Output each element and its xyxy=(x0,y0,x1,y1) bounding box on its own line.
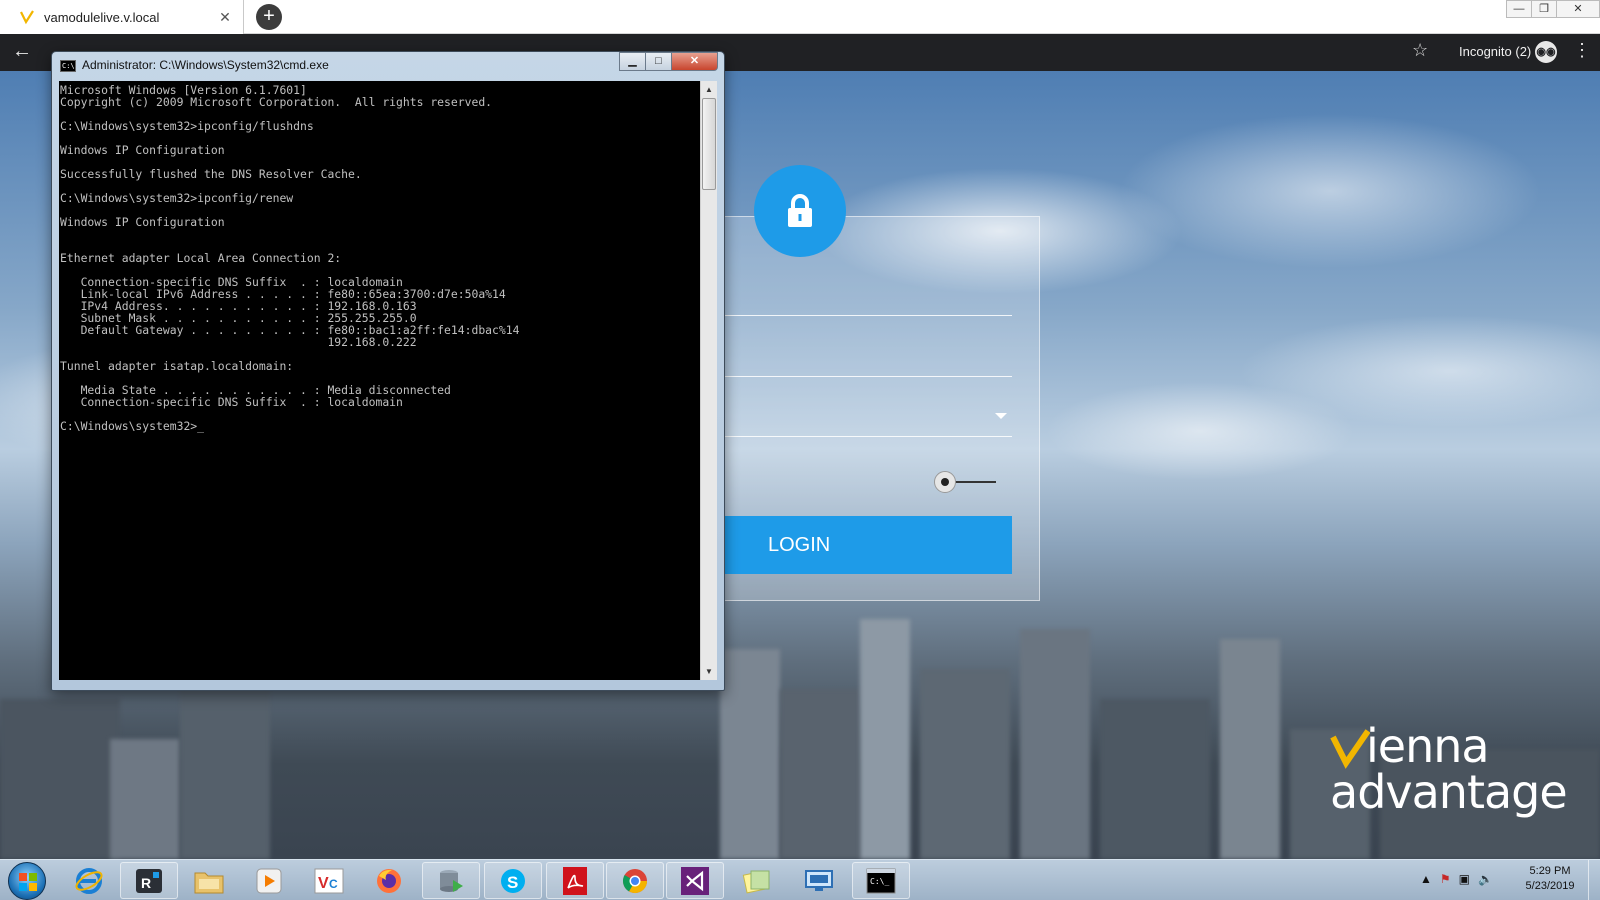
scroll-down-icon[interactable]: ▼ xyxy=(701,663,717,680)
cmd-minimize-button[interactable]: ▁ xyxy=(619,52,646,71)
cmd-title: Administrator: C:\Windows\System32\cmd.e… xyxy=(82,58,329,72)
chrome-icon[interactable] xyxy=(606,862,664,899)
cmd-window[interactable]: C:\ Administrator: C:\Windows\System32\c… xyxy=(51,51,725,691)
new-tab-button[interactable]: + xyxy=(256,4,282,30)
incognito-label[interactable]: Incognito (2) xyxy=(1459,44,1531,59)
volume-icon[interactable]: 🔈 xyxy=(1478,872,1493,886)
vienna-advantage-logo: ienna advantage xyxy=(1330,719,1568,819)
cmd-maximize-button[interactable]: □ xyxy=(645,52,672,71)
scrollbar-thumb[interactable] xyxy=(702,98,716,190)
browser-tab[interactable]: vamodulelive.v.local ✕ xyxy=(0,0,244,34)
window-controls: — ❐ ✕ xyxy=(1506,0,1600,18)
remote-app-icon[interactable]: R xyxy=(120,862,178,899)
tab-close-icon[interactable]: ✕ xyxy=(215,9,235,26)
svg-text:C:\_: C:\_ xyxy=(870,877,889,886)
cmd-console[interactable]: Microsoft Windows [Version 6.1.7601] Cop… xyxy=(59,81,700,680)
cmd-titlebar[interactable]: C:\ Administrator: C:\Windows\System32\c… xyxy=(52,52,724,79)
cmd-taskbar-icon[interactable]: C:\_ xyxy=(852,862,910,899)
show-desktop-button[interactable] xyxy=(1588,860,1600,900)
clock-time: 5:29 PM xyxy=(1529,865,1571,877)
back-arrow-icon[interactable]: ← xyxy=(12,40,32,63)
chevron-down-icon[interactable] xyxy=(995,413,1007,419)
file-explorer-icon[interactable] xyxy=(180,862,238,899)
svg-text:V: V xyxy=(318,875,329,892)
start-button[interactable] xyxy=(8,862,46,900)
media-player-icon[interactable] xyxy=(240,862,298,899)
browser-tab-strip: vamodulelive.v.local ✕ + — ❐ ✕ xyxy=(0,0,1600,34)
remote-desktop-icon[interactable] xyxy=(790,862,848,899)
login-button[interactable]: LOGIN xyxy=(700,516,1012,574)
close-window-button[interactable]: ✕ xyxy=(1556,0,1600,18)
brand-line1: ienna xyxy=(1366,719,1490,773)
cmd-close-button[interactable]: ✕ xyxy=(671,52,718,71)
internet-explorer-icon[interactable] xyxy=(60,862,118,899)
lock-icon xyxy=(754,165,846,257)
restore-window-button[interactable]: ❐ xyxy=(1531,0,1557,18)
system-tray: ▲ ⚑ ▣ 🔈 xyxy=(1420,872,1493,886)
firefox-icon[interactable] xyxy=(360,862,418,899)
network-error-icon[interactable]: ⚑ xyxy=(1440,872,1451,886)
chrome-menu-icon[interactable]: ⋮ xyxy=(1573,40,1591,61)
visual-studio-icon[interactable] xyxy=(666,862,724,899)
vc-app-icon[interactable]: VC xyxy=(300,862,358,899)
cmd-app-icon: C:\ xyxy=(60,60,76,72)
vienna-v-logo-icon xyxy=(1330,729,1370,769)
remember-me-toggle[interactable] xyxy=(934,471,998,493)
tab-title: vamodulelive.v.local xyxy=(44,9,160,25)
clock-date: 5/23/2019 xyxy=(1525,880,1575,892)
scroll-up-icon[interactable]: ▲ xyxy=(701,81,717,98)
language-select[interactable] xyxy=(700,436,1012,437)
svg-text:R: R xyxy=(141,875,151,891)
vienna-favicon-icon xyxy=(18,8,36,26)
username-field[interactable] xyxy=(700,315,1012,316)
minimize-window-button[interactable]: — xyxy=(1506,0,1532,18)
cmd-scrollbar[interactable]: ▲ ▼ xyxy=(700,81,717,680)
cmd-output-text: Microsoft Windows [Version 6.1.7601] Cop… xyxy=(60,83,520,433)
bookmark-star-icon[interactable]: ☆ xyxy=(1412,40,1428,61)
notes-icon[interactable] xyxy=(728,862,786,899)
database-tool-icon[interactable] xyxy=(422,862,480,899)
acrobat-icon[interactable] xyxy=(546,862,604,899)
password-field[interactable] xyxy=(700,376,1012,377)
system-clock[interactable]: 5:29 PM 5/23/2019 xyxy=(1520,864,1580,894)
action-center-icon[interactable]: ▣ xyxy=(1459,872,1470,886)
incognito-icon[interactable]: ◉◉ xyxy=(1535,41,1557,63)
windows-taskbar: R VC S C:\_ ▲ ⚑ ▣ 🔈 5:29 PM 5/23/2019 xyxy=(0,859,1600,900)
skype-icon[interactable]: S xyxy=(484,862,542,899)
show-hidden-icons-icon[interactable]: ▲ xyxy=(1420,872,1432,886)
svg-text:S: S xyxy=(507,873,518,892)
brand-line2: advantage xyxy=(1330,765,1568,819)
svg-text:C: C xyxy=(329,877,338,891)
